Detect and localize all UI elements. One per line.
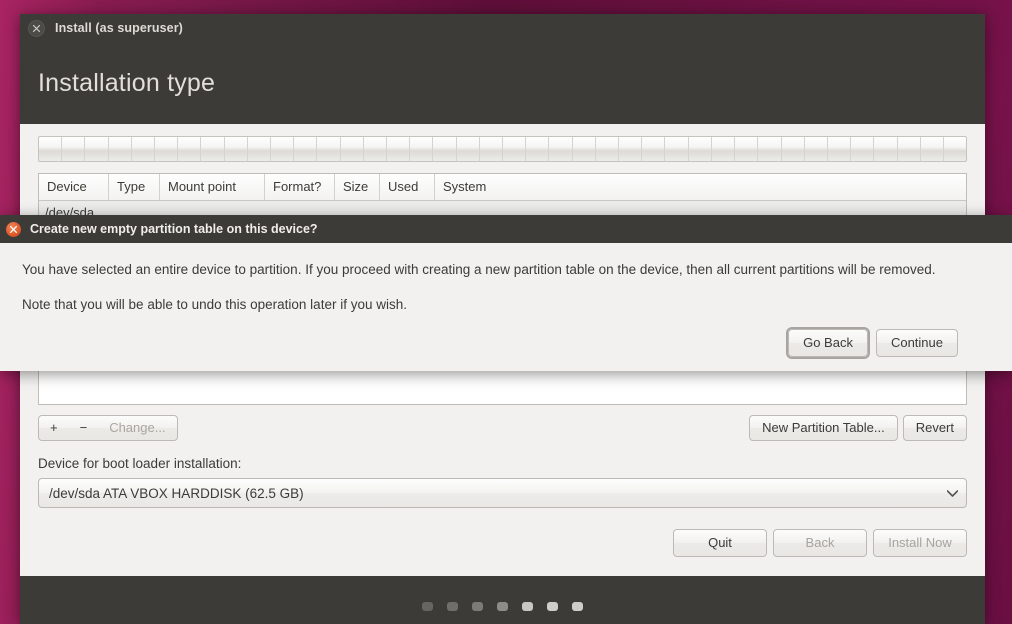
- column-header-size[interactable]: Size: [335, 174, 380, 200]
- progress-dots: [422, 601, 583, 611]
- partition-bar-segment: [596, 137, 620, 161]
- bootloader-selected-value: /dev/sda ATA VBOX HARDDISK (62.5 GB): [49, 485, 304, 501]
- close-icon[interactable]: [28, 19, 45, 37]
- partition-bar-segment: [689, 137, 712, 161]
- back-button: Back: [773, 529, 867, 557]
- install-now-button: Install Now: [873, 529, 967, 557]
- installer-actions: Quit Back Install Now: [38, 529, 967, 557]
- table-header-row: Device Type Mount point Format? Size Use…: [39, 174, 966, 201]
- quit-button[interactable]: Quit: [673, 529, 767, 557]
- partition-bar-segment: [758, 137, 782, 161]
- partition-bar-segment: [248, 137, 272, 161]
- revert-button[interactable]: Revert: [902, 415, 967, 441]
- progress-dot: [572, 601, 583, 611]
- partition-bar-segment: [132, 137, 156, 161]
- new-partition-table-button[interactable]: New Partition Table...: [749, 415, 898, 441]
- dialog-title: Create new empty partition table on this…: [30, 222, 318, 236]
- progress-dot-current: [522, 601, 533, 611]
- partition-bar-segment: [294, 137, 318, 161]
- progress-dot: [422, 601, 433, 611]
- partition-bar-segment: [201, 137, 225, 161]
- partition-button-group: + − Change...: [38, 415, 178, 441]
- partition-bar-segment: [503, 137, 527, 161]
- partition-bar-segment: [271, 137, 295, 161]
- partition-toolbar: + − Change... New Partition Table... Rev…: [38, 414, 967, 442]
- partition-bar-segment: [225, 137, 248, 161]
- go-back-button[interactable]: Go Back: [788, 329, 868, 357]
- partition-bar-segment: [921, 137, 944, 161]
- column-header-mount-point[interactable]: Mount point: [160, 174, 265, 200]
- window-titlebar: Install (as superuser): [20, 14, 985, 42]
- page-header: Installation type: [20, 42, 985, 124]
- dialog-actions: Go Back Continue: [22, 329, 990, 357]
- partition-bar-segment: [109, 137, 132, 161]
- partition-bar-segment: [782, 137, 805, 161]
- installer-footer: [20, 576, 985, 624]
- partition-bar-segment: [619, 137, 643, 161]
- partition-bar-segment: [178, 137, 202, 161]
- bootloader-select[interactable]: /dev/sda ATA VBOX HARDDISK (62.5 GB): [38, 478, 967, 508]
- partition-table-buttons: New Partition Table... Revert: [749, 415, 967, 441]
- change-partition-button: Change...: [109, 420, 166, 435]
- partition-bar-segment: [85, 137, 109, 161]
- progress-dot: [497, 601, 508, 611]
- partition-bar-segment: [665, 137, 689, 161]
- column-header-system[interactable]: System: [435, 174, 966, 200]
- partition-bar-segment: [573, 137, 596, 161]
- dialog-body: You have selected an entire device to pa…: [0, 243, 1012, 371]
- partition-bar-segment: [341, 137, 364, 161]
- partition-bar-segment: [874, 137, 898, 161]
- close-icon[interactable]: [6, 221, 21, 237]
- partition-bar-segment: [828, 137, 852, 161]
- partition-bar-segment: [805, 137, 828, 161]
- page-title: Installation type: [38, 69, 216, 97]
- column-header-type[interactable]: Type: [109, 174, 160, 200]
- dialog-paragraph-2: Note that you will be able to undo this …: [22, 297, 407, 312]
- partition-bar-segment: [364, 137, 388, 161]
- partition-bar-segment: [712, 137, 736, 161]
- partition-bar-segment: [155, 137, 179, 161]
- partition-bar-segment: [457, 137, 480, 161]
- progress-dot: [547, 601, 558, 611]
- partition-usage-bar[interactable]: [38, 136, 967, 162]
- partition-bar-segment: [898, 137, 921, 161]
- partition-bar-segment: [735, 137, 759, 161]
- partition-edit-buttons: + − Change...: [38, 415, 178, 441]
- partition-bar-segment: [410, 137, 434, 161]
- column-header-used[interactable]: Used: [380, 174, 435, 200]
- partition-bar-segment: [387, 137, 411, 161]
- progress-dot: [472, 601, 483, 611]
- window-title: Install (as superuser): [55, 21, 183, 35]
- partition-bar-segment: [851, 137, 875, 161]
- partition-bar-segment: [39, 137, 63, 161]
- dialog-paragraph-1: You have selected an entire device to pa…: [22, 262, 936, 277]
- remove-partition-button[interactable]: −: [69, 416, 99, 440]
- partition-bar-segment: [944, 137, 966, 161]
- bootloader-label: Device for boot loader installation:: [38, 456, 242, 471]
- partition-bar-segment: [480, 137, 504, 161]
- partition-bar-segment: [549, 137, 573, 161]
- add-partition-button[interactable]: +: [39, 416, 69, 440]
- continue-button[interactable]: Continue: [875, 329, 958, 357]
- column-header-device[interactable]: Device: [39, 174, 109, 200]
- progress-dot: [447, 601, 458, 611]
- chevron-down-icon: [947, 489, 958, 497]
- partition-bar-segment: [526, 137, 550, 161]
- confirm-partition-table-dialog: Create new empty partition table on this…: [0, 215, 1012, 371]
- column-header-format[interactable]: Format?: [265, 174, 335, 200]
- partition-bar-segment: [317, 137, 341, 161]
- partition-bar-segment: [642, 137, 666, 161]
- partition-bar-segment: [62, 137, 86, 161]
- partition-bar-segment: [433, 137, 457, 161]
- dialog-titlebar: Create new empty partition table on this…: [0, 215, 1012, 243]
